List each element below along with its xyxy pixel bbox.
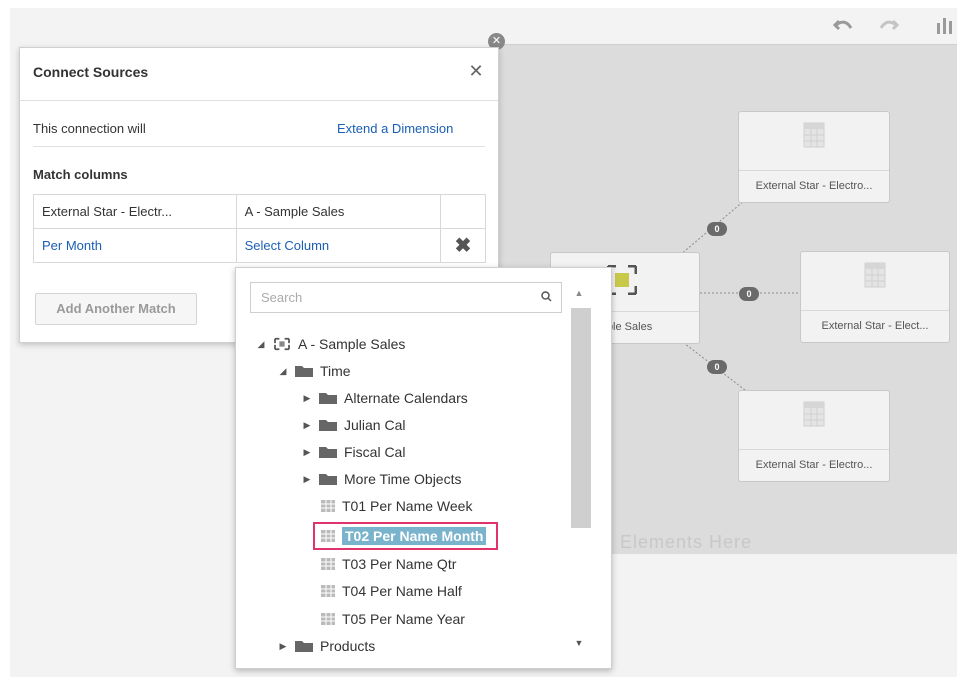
tree-node-folder[interactable]: ▶ Julian Cal xyxy=(300,414,406,436)
search-input[interactable] xyxy=(250,282,562,313)
chart-tools-icon[interactable] xyxy=(935,15,957,40)
collapsed-arrow-icon[interactable]: ▶ xyxy=(300,468,314,490)
tree-node-label: Alternate Calendars xyxy=(344,390,468,406)
column-icon xyxy=(321,584,335,597)
tree-node-column-selected[interactable]: T02 Per Name Month xyxy=(320,525,487,547)
collapsed-arrow-icon[interactable]: ▶ xyxy=(300,414,314,436)
tree-node-column[interactable]: T05 Per Name Year xyxy=(320,608,465,630)
column-icon xyxy=(321,557,335,570)
tree-node-products[interactable]: ▶ Products xyxy=(276,635,376,657)
folder-icon xyxy=(319,419,337,431)
undo-icon[interactable] xyxy=(832,16,854,39)
collapsed-arrow-icon[interactable]: ▶ xyxy=(276,635,290,657)
target-header: A - Sample Sales xyxy=(235,194,442,229)
join-count-badge[interactable]: 0 xyxy=(739,287,759,301)
tree-node-folder[interactable]: ▶ More Time Objects xyxy=(300,468,462,490)
connection-label: This connection will xyxy=(33,121,146,136)
tree-node-label: T01 Per Name Week xyxy=(342,498,473,514)
add-another-match-button[interactable]: Add Another Match xyxy=(35,293,197,325)
tree-node-column[interactable]: T03 Per Name Qtr xyxy=(320,553,456,575)
tree-node-folder[interactable]: ▶ Fiscal Cal xyxy=(300,441,406,463)
node-label: External Star - Electro... xyxy=(739,170,889,202)
scroll-up-icon[interactable]: ▲ xyxy=(572,288,586,298)
tree-node-label: More Time Objects xyxy=(344,471,462,487)
select-column-link[interactable]: Select Column xyxy=(245,238,330,253)
canvas-toolbar xyxy=(10,8,957,44)
diagram-node-top[interactable]: External Star - Electro... xyxy=(738,111,890,203)
tree-node-label: Time xyxy=(320,363,351,379)
column-picker-popup: ▲ ▼ ◢ A - Sample Sales ◢ Time ▶ Alternate C… xyxy=(235,267,612,669)
tree-node-label: Julian Cal xyxy=(344,417,406,433)
remove-match-icon[interactable]: ✖ xyxy=(455,235,472,257)
collapsed-arrow-icon[interactable]: ▶ xyxy=(300,441,314,463)
folder-icon xyxy=(295,365,313,377)
node-label: External Star - Electro... xyxy=(739,449,889,481)
empty-header-cell xyxy=(440,194,486,229)
collapsed-arrow-icon[interactable]: ▶ xyxy=(300,387,314,409)
source-header: External Star - Electr... xyxy=(33,194,237,229)
join-count-badge[interactable]: 0 xyxy=(707,222,727,236)
folder-icon xyxy=(319,392,337,404)
close-icon[interactable]: ✕ xyxy=(468,62,484,80)
diagram-node-right[interactable]: External Star - Elect... xyxy=(800,251,950,343)
table-row: Per Month Select Column ✖ xyxy=(33,228,486,263)
folder-icon xyxy=(295,640,313,652)
join-count-badge[interactable]: 0 xyxy=(707,360,727,374)
match-columns-heading: Match columns xyxy=(33,167,128,182)
tree-node-label: A - Sample Sales xyxy=(298,336,406,352)
connection-type-link[interactable]: Extend a Dimension xyxy=(337,121,453,136)
redo-icon[interactable] xyxy=(878,16,900,39)
search-icon[interactable] xyxy=(540,290,554,304)
tree-node-label: T03 Per Name Qtr xyxy=(342,556,457,572)
divider xyxy=(20,100,498,101)
diagram-node-bottom[interactable]: External Star - Electro... xyxy=(738,390,890,482)
expanded-arrow-icon[interactable]: ◢ xyxy=(276,360,290,382)
table-icon xyxy=(864,262,886,288)
tree-node-column[interactable]: T04 Per Name Half xyxy=(320,580,462,602)
table-header-row: External Star - Electr... A - Sample Sal… xyxy=(33,194,486,229)
dialog-title: Connect Sources xyxy=(33,64,149,80)
column-icon xyxy=(321,499,335,512)
tree-node-time[interactable]: ◢ Time xyxy=(276,360,351,382)
column-icon xyxy=(321,529,335,542)
source-column-link[interactable]: Per Month xyxy=(42,238,102,253)
tree-node-label: T05 Per Name Year xyxy=(342,611,465,627)
tree-node-column[interactable]: T01 Per Name Week xyxy=(320,495,472,517)
folder-icon xyxy=(319,473,337,485)
match-columns-table: External Star - Electr... A - Sample Sal… xyxy=(33,194,486,263)
scrollbar-thumb[interactable] xyxy=(571,308,591,528)
tree-node-label: T02 Per Name Month xyxy=(342,527,487,545)
column-icon xyxy=(321,612,335,625)
expanded-arrow-icon[interactable]: ◢ xyxy=(254,333,268,355)
subject-area-icon xyxy=(274,337,290,350)
tree-node-label: Fiscal Cal xyxy=(344,444,406,460)
table-icon xyxy=(803,122,825,148)
node-label: External Star - Elect... xyxy=(801,310,949,342)
tree-node-folder[interactable]: ▶ Alternate Calendars xyxy=(300,387,468,409)
tree-node-label: Products xyxy=(320,638,376,654)
divider xyxy=(33,146,485,147)
table-icon xyxy=(803,401,825,427)
scroll-down-icon[interactable]: ▼ xyxy=(572,638,586,648)
folder-icon xyxy=(319,446,337,458)
drop-hint-text: Elements Here xyxy=(620,532,753,552)
tree-node-root[interactable]: ◢ A - Sample Sales xyxy=(254,333,406,355)
tree-node-label: T04 Per Name Half xyxy=(342,583,462,599)
